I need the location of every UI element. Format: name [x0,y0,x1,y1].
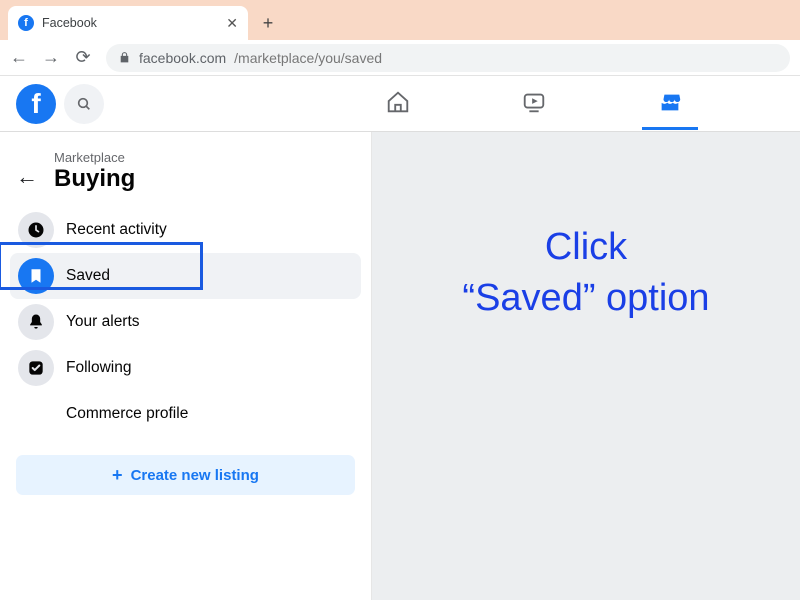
main-panel: Click “Saved” option [372,132,800,600]
buying-sidebar: ← Marketplace Buying Recent activity Sav… [0,132,372,600]
address-bar[interactable]: facebook.com/marketplace/you/saved [106,44,790,72]
sidebar-item-recent-activity[interactable]: Recent activity [10,207,361,253]
breadcrumb[interactable]: Marketplace [54,150,135,165]
sidebar-item-your-alerts[interactable]: Your alerts [10,299,361,345]
facebook-favicon: f [18,15,34,31]
sidebar-item-label: Commerce profile [66,405,188,423]
lock-icon [118,51,131,64]
browser-tab-bar: f Facebook ✕ + [0,0,800,40]
nav-forward-icon[interactable]: → [42,47,60,68]
bell-icon [18,304,54,340]
close-tab-icon[interactable]: ✕ [226,15,238,32]
page-title: Buying [54,165,135,193]
search-button[interactable] [64,84,104,124]
facebook-logo[interactable]: f [16,84,56,124]
sidebar-item-saved[interactable]: Saved [10,253,361,299]
bookmark-icon [18,258,54,294]
page-body: ← Marketplace Buying Recent activity Sav… [0,132,800,600]
sidebar-item-following[interactable]: Following [10,345,361,391]
clock-icon [18,212,54,248]
tab-watch[interactable] [506,78,562,130]
browser-tab[interactable]: f Facebook ✕ [8,6,248,40]
top-nav-tabs [104,78,784,130]
nav-back-icon[interactable]: ← [10,47,28,68]
sidebar-item-commerce-profile[interactable]: Commerce profile [10,391,361,437]
nav-reload-icon[interactable]: ⟳ [74,47,92,68]
annotation-line: “Saved” option [462,273,709,324]
new-tab-button[interactable]: + [254,9,282,37]
facebook-header: f [0,76,800,132]
sidebar-item-label: Following [66,359,131,377]
url-host: facebook.com [139,50,226,66]
annotation-line: Click [462,222,709,273]
plus-icon: + [112,465,123,486]
create-button-label: Create new listing [131,467,259,484]
tab-home[interactable] [370,78,426,130]
tab-title: Facebook [42,16,218,30]
annotation-text: Click “Saved” option [462,222,709,325]
checklist-icon [18,350,54,386]
sidebar-item-label: Saved [66,267,110,285]
sidebar-header: ← Marketplace Buying [10,146,361,207]
browser-toolbar: ← → ⟳ facebook.com/marketplace/you/saved [0,40,800,76]
back-icon[interactable]: ← [16,164,38,190]
create-new-listing-button[interactable]: + Create new listing [16,455,355,495]
tab-marketplace[interactable] [642,78,698,130]
sidebar-item-label: Recent activity [66,221,167,239]
sidebar-item-label: Your alerts [66,313,140,331]
url-path: /marketplace/you/saved [234,50,382,66]
